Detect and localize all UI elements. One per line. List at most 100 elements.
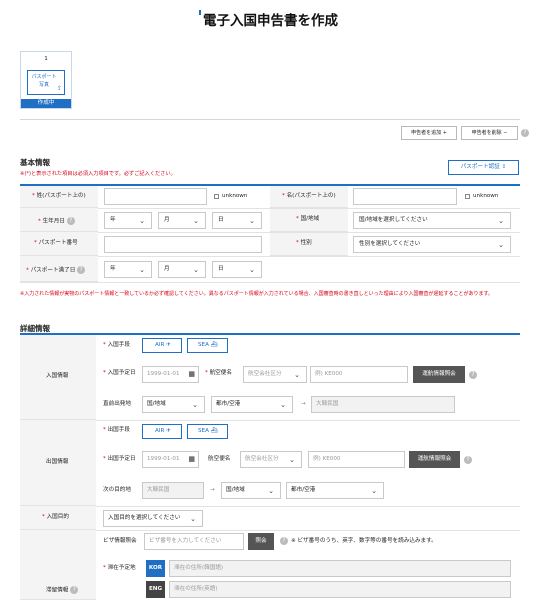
entry-section-label: 入国情報 — [46, 373, 69, 379]
address-korean-input[interactable]: 滞在の住所(韓国語) — [169, 560, 511, 577]
exit-date-label: * 出国予定日 — [103, 456, 136, 462]
arrow-icon: → — [301, 401, 306, 407]
exit-method-label: * 出国手段 — [103, 427, 130, 433]
chevron-down-icon: ⌄ — [139, 217, 145, 225]
departure-country-field: 大韓民国 — [142, 482, 204, 499]
help-icon[interactable]: ? — [464, 456, 472, 464]
entry-sea-button[interactable]: SEA ⛴ — [187, 338, 228, 353]
visa-lookup-label: ビザ情報照会 — [103, 538, 137, 544]
help-icon[interactable]: ? — [521, 129, 529, 137]
help-icon[interactable]: ? — [280, 537, 288, 545]
purpose-select[interactable]: 入国目的を選択してください ⌄ — [103, 510, 203, 527]
visa-number-input[interactable]: ビザ番号を入力してください — [144, 533, 244, 550]
upload-icon: ⇪ — [56, 85, 62, 92]
dob-label: * 生年月日 ? — [38, 217, 75, 225]
chevron-down-icon: ⌄ — [193, 266, 199, 274]
chevron-down-icon: ⌄ — [498, 217, 504, 225]
applicant-step-tab[interactable]: 1 パスポート 写真 ⇪ 作成中 — [20, 51, 72, 109]
chevron-down-icon: ⌄ — [190, 515, 196, 523]
divider — [20, 119, 520, 120]
photo-label: パスポート 写真 — [31, 74, 57, 88]
kor-badge: KOR — [146, 560, 165, 577]
origin-city-select[interactable]: 都市/空港 ⌄ — [211, 396, 293, 413]
row-line — [96, 530, 520, 531]
entry-date-input[interactable]: 1999-01-01 ▦ — [142, 366, 199, 383]
given-name-input[interactable] — [353, 188, 457, 205]
row-line — [98, 208, 520, 209]
dob-month-select[interactable]: 月 ⌄ — [158, 212, 206, 229]
dest-city-select[interactable]: 都市/空港 ⌄ — [286, 482, 384, 499]
exit-air-button[interactable]: AIR ✈ — [142, 424, 182, 439]
ship-icon: ⛴ — [210, 342, 218, 348]
nationality-label: * 国/地域 — [296, 216, 320, 222]
expiry-label: * パスポート満了日 ? — [26, 266, 86, 274]
passport-photo-slot[interactable]: パスポート 写真 ⇪ — [27, 70, 65, 95]
chevron-down-icon: ⌄ — [498, 241, 504, 249]
scan-icon: ⇪ — [501, 164, 507, 170]
visa-lookup-button[interactable]: 照会 — [248, 533, 274, 550]
help-icon[interactable]: ? — [469, 371, 477, 379]
chevron-down-icon: ⌄ — [289, 456, 295, 464]
entry-air-button[interactable]: AIR ✈ — [142, 338, 182, 353]
exit-flight-input[interactable]: 例) KE000 — [308, 451, 405, 468]
basic-info-title: 基本情報 — [20, 158, 50, 167]
departure-section-label: 出国情報 — [46, 459, 69, 465]
chevron-down-icon: ⌄ — [139, 266, 145, 274]
chevron-down-icon: ⌄ — [193, 217, 199, 225]
dob-year-select[interactable]: 年 ⌄ — [104, 212, 152, 229]
expiry-year-select[interactable]: 年 ⌄ — [104, 261, 152, 278]
surname-label: * 姓(パスポート上の) — [32, 193, 86, 199]
entry-flight-lookup-button[interactable]: 運航情報照会 — [413, 366, 465, 383]
entry-flight-input[interactable]: 例) KE000 — [310, 366, 408, 383]
dest-region-select[interactable]: 国/地域 ⌄ — [221, 482, 281, 499]
passport-number-label: * パスポート番号 — [34, 240, 78, 246]
chevron-down-icon: ⌄ — [371, 487, 377, 495]
gender-select[interactable]: 性別を選択してください ⌄ — [353, 236, 511, 253]
purpose-label: * 入国目的 — [42, 514, 69, 520]
add-applicant-button[interactable]: 申告者を追加 + — [401, 126, 457, 140]
step-number: 1 — [44, 56, 48, 62]
chevron-down-icon: ⌄ — [294, 371, 300, 379]
arrow-icon: → — [210, 487, 215, 493]
eng-badge: ENG — [146, 581, 165, 598]
exit-date-input[interactable]: 1999-01-01 ▦ — [142, 451, 199, 468]
row-line — [98, 256, 520, 257]
expiry-month-select[interactable]: 月 ⌄ — [158, 261, 206, 278]
exit-sea-button[interactable]: SEA ⛴ — [187, 424, 228, 439]
surname-unknown-label: unknown — [222, 193, 248, 199]
given-unknown-checkbox[interactable] — [465, 194, 470, 199]
next-destination-label: 次の目的地 — [103, 487, 131, 493]
entry-date-label: * 入国予定日 — [103, 370, 136, 376]
dob-day-select[interactable]: 日 ⌄ — [212, 212, 262, 229]
nationality-select[interactable]: 国/地域を選択してください ⌄ — [353, 212, 511, 229]
given-unknown-label: unknown — [473, 193, 499, 199]
title-marker — [199, 10, 201, 15]
calendar-icon: ▦ — [188, 370, 195, 378]
address-english-input[interactable]: 滞在の住所(英語) — [169, 581, 511, 598]
delete-applicant-button[interactable]: 申告者を削除 − — [461, 126, 518, 140]
origin-region-select[interactable]: 国/地域 ⌄ — [142, 396, 205, 413]
chevron-down-icon: ⌄ — [268, 487, 274, 495]
step-status-bar: 作成中 — [21, 99, 71, 108]
destination-country-field: 大韓民国 — [311, 396, 455, 413]
entry-airline-select[interactable]: 航空会社区分 ⌄ — [243, 366, 307, 383]
chevron-down-icon: ⌄ — [192, 401, 198, 409]
passport-number-input[interactable] — [104, 236, 262, 253]
passport-scan-button[interactable]: パスポート認証 ⇪ — [448, 160, 519, 175]
gender-label: * 性別 — [296, 240, 312, 246]
surname-input[interactable] — [104, 188, 207, 205]
exit-flight-lookup-button[interactable]: 運航情報照会 — [409, 451, 460, 468]
calendar-icon: ▦ — [188, 455, 195, 463]
origin-label: 直前出発地 — [103, 401, 131, 407]
help-icon: ? — [66, 217, 75, 225]
airplane-icon: ✈ — [166, 342, 171, 348]
entry-flight-label: * 航空便名 — [205, 370, 232, 376]
expiry-day-select[interactable]: 日 ⌄ — [212, 261, 262, 278]
help-icon: ? — [70, 586, 79, 594]
page-title: 電子入国申告書を作成 — [203, 13, 338, 29]
surname-unknown-checkbox[interactable] — [214, 194, 219, 199]
row-line — [20, 282, 520, 283]
exit-airline-select[interactable]: 航空会社区分 ⌄ — [240, 451, 302, 468]
chevron-down-icon: ⌄ — [249, 217, 255, 225]
required-note: ※(*)と表示された項目は必須入力項目です。必ずご記入ください。 — [20, 171, 176, 177]
